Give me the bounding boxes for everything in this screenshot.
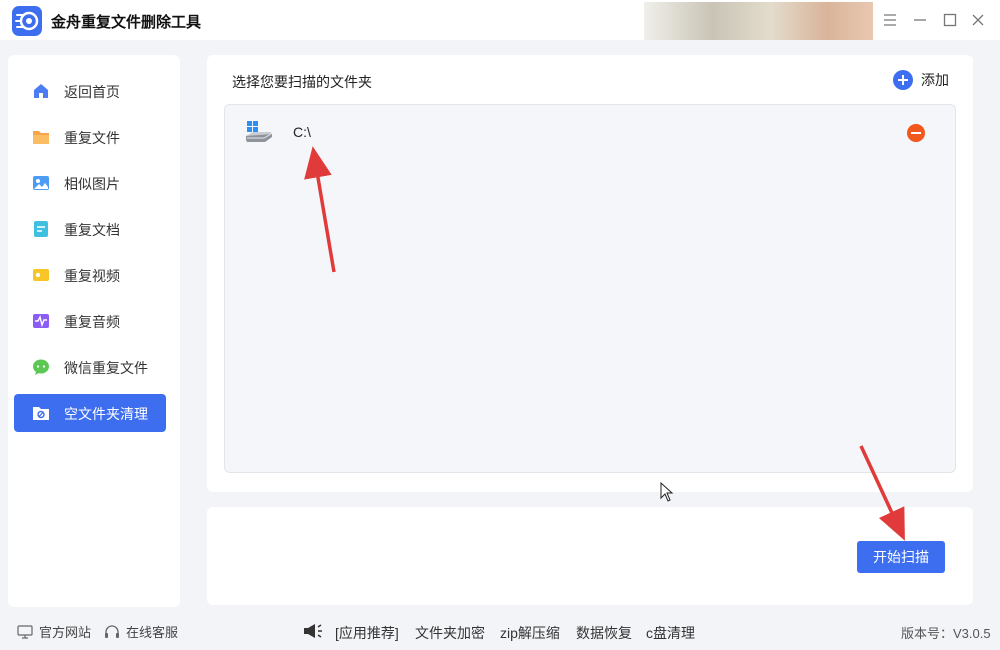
video-icon	[33, 269, 49, 281]
menu-icon[interactable]	[878, 8, 902, 32]
mouse-cursor-icon	[660, 482, 674, 502]
sidebar-item-label: 微信重复文件	[64, 360, 148, 376]
sidebar-item-label: 相似图片	[64, 176, 120, 192]
footer-link-c-drive-cleanup[interactable]: c盘清理	[646, 623, 695, 643]
monitor-icon	[17, 624, 33, 639]
sidebar-item-wechat-files[interactable]: 微信重复文件	[14, 348, 166, 386]
folder-path: C:\	[293, 124, 311, 140]
sidebar-item-similar-images[interactable]: 相似图片	[14, 164, 166, 202]
folder-list: C:\	[224, 104, 956, 473]
sidebar-item-empty-folder-cleanup[interactable]: 空文件夹清理	[14, 394, 166, 432]
panel-title: 选择您要扫描的文件夹	[232, 74, 372, 90]
sidebar-item-label: 重复视频	[64, 268, 120, 284]
sidebar-item-duplicate-videos[interactable]: 重复视频	[14, 256, 166, 294]
official-website-label: 官方网站	[39, 625, 92, 640]
add-folder-button[interactable]: 添加	[893, 68, 949, 92]
online-support-link[interactable]: 在线客服	[104, 622, 178, 641]
plus-icon	[893, 70, 913, 90]
minimize-icon[interactable]	[908, 8, 932, 32]
folder-select-panel: 选择您要扫描的文件夹 添加 C:\	[207, 55, 973, 492]
title-bar: 金舟重复文件删除工具	[0, 0, 1000, 40]
sidebar: 返回首页 重复文件 相似图片 重复文档 重复视频 重复音频 微信重复文件 空文件…	[8, 55, 180, 607]
footer-link-folder-encrypt[interactable]: 文件夹加密	[415, 623, 485, 643]
audio-icon	[33, 314, 49, 328]
sidebar-item-label: 重复音频	[64, 314, 120, 330]
action-panel: 开始扫描	[207, 507, 973, 605]
close-icon[interactable]	[966, 8, 990, 32]
drive-icon	[246, 121, 272, 142]
image-icon	[33, 176, 49, 190]
remove-folder-button[interactable]	[907, 124, 925, 142]
footer: 官方网站 在线客服 [应用推荐] 文件夹加密 zip解压缩 数据恢复 c盘清理 …	[0, 612, 1000, 650]
home-icon	[34, 84, 48, 98]
maximize-icon[interactable]	[938, 8, 962, 32]
footer-link-zip[interactable]: zip解压缩	[500, 623, 560, 643]
sidebar-item-label: 重复文件	[64, 130, 120, 146]
headset-icon	[105, 624, 119, 638]
ad-banner[interactable]	[644, 2, 873, 40]
megaphone-icon	[304, 624, 322, 638]
online-support-label: 在线客服	[126, 625, 179, 640]
sidebar-item-duplicate-files[interactable]: 重复文件	[14, 118, 166, 156]
sidebar-item-label: 空文件夹清理	[64, 406, 148, 422]
app-logo-icon	[12, 6, 42, 36]
document-icon	[34, 221, 48, 237]
sidebar-item-duplicate-audio[interactable]: 重复音频	[14, 302, 166, 340]
folder-icon	[33, 131, 49, 144]
app-title: 金舟重复文件删除工具	[51, 14, 202, 31]
sidebar-item-home[interactable]: 返回首页	[14, 72, 166, 110]
empty-folder-icon	[33, 407, 49, 420]
version-label: 版本号：V3.0.5	[901, 626, 991, 641]
sidebar-item-duplicate-docs[interactable]: 重复文档	[14, 210, 166, 248]
list-item[interactable]: C:\	[225, 115, 955, 151]
wechat-icon	[33, 359, 49, 375]
app-recommend-label: [应用推荐]	[335, 625, 399, 641]
official-website-link[interactable]: 官方网站	[17, 622, 91, 641]
start-scan-button[interactable]: 开始扫描	[857, 541, 945, 573]
add-folder-label: 添加	[921, 72, 949, 88]
sidebar-item-label: 重复文档	[64, 222, 120, 238]
footer-link-data-recovery[interactable]: 数据恢复	[576, 623, 632, 643]
sidebar-item-label: 返回首页	[64, 84, 120, 100]
